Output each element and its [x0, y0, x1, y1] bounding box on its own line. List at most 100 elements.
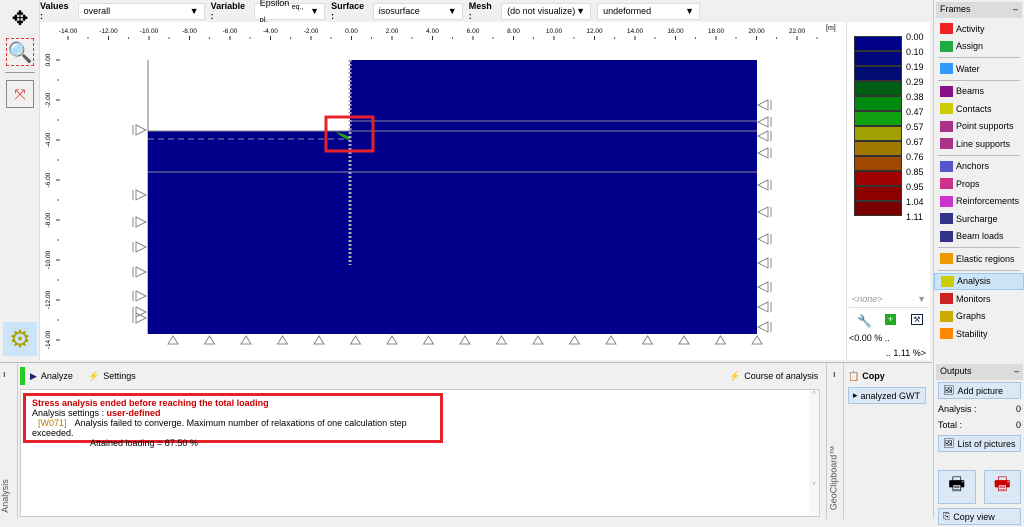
- frame-stability[interactable]: Stability: [934, 325, 1024, 343]
- copy-label: Copy: [862, 371, 885, 381]
- legend-value: 0.85: [906, 167, 924, 177]
- surface-select[interactable]: isosurface ▼: [372, 2, 463, 20]
- analysis-side-tab[interactable]: ı Analysis: [0, 363, 18, 519]
- message-title: Stress analysis ended before reaching th…: [32, 398, 269, 408]
- pin-icon[interactable]: ı: [3, 369, 6, 379]
- props-icon: [940, 178, 953, 190]
- pin-support-icon: [568, 335, 581, 345]
- geoclipboard-side-tab[interactable]: ı GeoClipboard™: [826, 363, 844, 519]
- x-tick-label: 22.00: [789, 28, 806, 35]
- frame-assign[interactable]: Assign: [934, 38, 1024, 56]
- chevron-down-icon: ▼: [310, 6, 320, 16]
- settings-icon: ⚡: [88, 371, 100, 381]
- add-picture-label: Add picture: [957, 385, 1003, 396]
- frame-water[interactable]: Water: [934, 60, 1024, 78]
- values-select[interactable]: overall ▼: [77, 2, 205, 20]
- course-of-analysis-button[interactable]: ⚡ Course of analysis: [729, 371, 818, 382]
- analysis-count: 0: [1015, 404, 1021, 414]
- settings-button[interactable]: ⚡ Settings: [88, 371, 136, 382]
- frame-reinforcements[interactable]: Reinforcements: [934, 193, 1024, 211]
- pin-support-icon: [167, 335, 179, 345]
- divider: [938, 57, 1020, 58]
- beam-loads-icon: [940, 230, 953, 242]
- deformation-select[interactable]: undeformed ▼: [597, 2, 700, 20]
- frame-label: Water: [956, 63, 980, 74]
- settings-icon[interactable]: ⚒: [911, 314, 923, 325]
- chevron-down-icon: ▼: [685, 6, 694, 16]
- values-value: overall: [83, 6, 111, 16]
- roller-support-icon: [756, 257, 772, 269]
- pin-support-icon: [641, 335, 654, 345]
- scrollbar[interactable]: ˄ ˅: [809, 390, 819, 516]
- total-count-label: Total :: [938, 420, 963, 430]
- stability-icon: [940, 328, 953, 340]
- printer-pdf-icon: 🖶: [993, 474, 1011, 494]
- triangle-right-icon: ▸: [853, 390, 858, 400]
- monitors-icon: [940, 293, 953, 305]
- frame-anchors[interactable]: Anchors: [934, 158, 1024, 176]
- left-toolbar: ✥ 🔍 ⤧ ⚙: [0, 0, 40, 360]
- copy-view-button[interactable]: ⎘ Copy view: [938, 508, 1021, 525]
- divider: [938, 154, 1020, 156]
- legend-value: 0.00: [906, 32, 924, 42]
- y-tick-label: -6.00: [45, 172, 52, 187]
- frame-beam-loads[interactable]: Beam loads: [934, 228, 1024, 246]
- printer-icon: 🖶: [948, 474, 966, 494]
- warning-code: [W071]: [38, 418, 67, 428]
- model-canvas[interactable]: -14.00 -12.00 -10.00 -8.00 -6.00 -4.00 -2.00 0.…: [40, 22, 846, 360]
- pin-icon[interactable]: ı: [833, 369, 836, 379]
- wrench-icon[interactable]: 🔧: [857, 314, 872, 328]
- frame-point-supports[interactable]: Point supports: [934, 118, 1024, 136]
- frame-beams[interactable]: Beams: [934, 83, 1024, 101]
- pan-icon[interactable]: ✥: [6, 4, 34, 32]
- analysis-icon: [941, 275, 954, 287]
- x-tick-label: 2.00: [386, 28, 399, 35]
- collapse-icon[interactable]: –: [1014, 366, 1019, 378]
- pin-support-icon: [422, 335, 435, 345]
- list-of-pictures-button[interactable]: 🖼 List of pictures: [938, 435, 1021, 452]
- frame-label: Stability: [956, 328, 988, 339]
- roller-support-icon: [756, 116, 772, 128]
- legend-value: 0.67: [906, 137, 924, 147]
- frame-line-supports[interactable]: Line supports: [934, 135, 1024, 153]
- frame-props[interactable]: Props: [934, 175, 1024, 193]
- mesh-label: Mesh :: [468, 1, 492, 21]
- pin-support-icon: [240, 335, 252, 345]
- mesh-select[interactable]: (do not visualize) ▼: [501, 2, 592, 20]
- legend-color-swatch: [854, 141, 902, 156]
- variable-select[interactable]: Epsilon eq., pl. ▼: [253, 0, 326, 24]
- add-picture-icon: 🖼: [943, 385, 955, 395]
- print-button[interactable]: 🖶: [938, 470, 976, 504]
- print-pdf-button[interactable]: 🖶: [983, 470, 1021, 504]
- zoom-window-icon[interactable]: 🔍: [6, 38, 34, 66]
- attained-loading: Attained loading = 87.50 %: [90, 438, 198, 448]
- frame-analysis[interactable]: Analysis: [934, 272, 1024, 290]
- gear-icon[interactable]: ⚙: [3, 322, 37, 356]
- mesh-value: (do not visualize): [507, 6, 576, 16]
- frame-contacts[interactable]: Contacts: [934, 100, 1024, 118]
- frame-monitors[interactable]: Monitors: [934, 290, 1024, 308]
- y-tick-label: -10.00: [45, 250, 52, 269]
- add-icon[interactable]: +: [885, 314, 896, 325]
- variable-label: Variable :: [210, 1, 246, 21]
- assign-icon: [940, 40, 953, 52]
- roller-support-icon: [132, 312, 148, 324]
- legend-value: 0.47: [906, 107, 924, 117]
- x-tick-label: 18.00: [708, 28, 725, 35]
- frame-graphs[interactable]: Graphs: [934, 308, 1024, 326]
- frame-activity[interactable]: Activity: [934, 20, 1024, 38]
- pin-support-icon: [276, 335, 289, 345]
- zoom-extents-icon[interactable]: ⤧: [6, 80, 34, 108]
- frame-label: Beams: [956, 86, 985, 97]
- analyzed-gwt-button[interactable]: ▸ analyzed GWT: [848, 387, 926, 404]
- frame-label: Line supports: [956, 138, 1011, 149]
- analyze-button[interactable]: ▶ Analyze: [30, 371, 73, 382]
- collapse-icon[interactable]: –: [1013, 4, 1018, 16]
- legend-select[interactable]: <none> ▼: [849, 294, 929, 308]
- frame-surcharge[interactable]: Surcharge: [934, 210, 1024, 228]
- pin-support-icon: [605, 335, 617, 345]
- x-tick-label: 6.00: [467, 28, 480, 35]
- frame-elastic-regions[interactable]: Elastic regions: [934, 250, 1024, 268]
- copy-button[interactable]: 📋 Copy: [848, 371, 885, 382]
- add-picture-button[interactable]: 🖼 Add picture: [938, 382, 1021, 399]
